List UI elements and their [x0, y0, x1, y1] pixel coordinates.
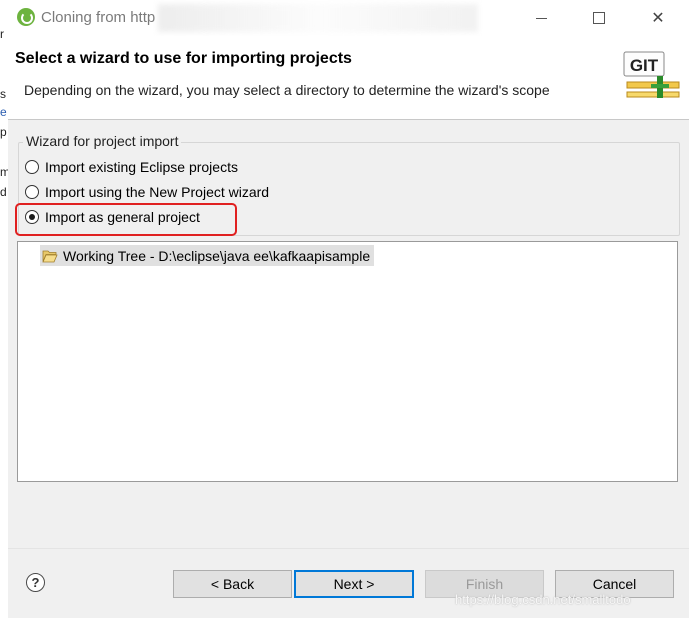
folder-open-icon — [42, 250, 58, 262]
background-fragment: p — [0, 125, 7, 139]
spring-app-icon — [17, 8, 35, 26]
watermark-text: https://blog.csdn.net/smalltodo — [455, 592, 631, 607]
window-title: Cloning from http — [41, 9, 156, 26]
background-fragment: r — [0, 27, 4, 41]
tree-item-label: Working Tree - D:\eclipse\java ee\kafkaa… — [63, 247, 371, 264]
minimize-icon[interactable] — [518, 0, 564, 36]
background-fragment: s — [0, 87, 6, 101]
redacted-url-area — [158, 4, 478, 32]
radio-import-new-project-wizard[interactable]: Import using the New Project wizard — [25, 184, 269, 200]
background-fragment: m — [0, 165, 8, 179]
annotation-highlight-box — [15, 203, 237, 236]
radio-label: Import existing Eclipse projects — [45, 159, 238, 175]
maximize-icon[interactable] — [576, 0, 622, 36]
radio-import-existing[interactable]: Import existing Eclipse projects — [25, 159, 238, 175]
tree-item-working-tree[interactable]: Working Tree - D:\eclipse\java ee\kafkaa… — [40, 245, 375, 266]
radio-button[interactable] — [25, 185, 39, 199]
git-logo-icon: GIT — [623, 51, 680, 98]
git-logo-text: GIT — [630, 56, 659, 75]
background-fragment: d — [0, 185, 7, 199]
page-title: Select a wizard to use for importing pro… — [15, 50, 352, 67]
project-tree[interactable]: Working Tree - D:\eclipse\java ee\kafkaa… — [17, 241, 678, 482]
page-description: Depending on the wizard, you may select … — [24, 82, 550, 98]
help-icon[interactable]: ? — [26, 573, 45, 592]
group-label: Wizard for project import — [23, 133, 182, 149]
wizard-header: Select a wizard to use for importing pro… — [8, 36, 689, 120]
background-window-strip: r s e p m d — [0, 0, 8, 618]
footer-divider — [8, 548, 689, 549]
radio-label: Import using the New Project wizard — [45, 184, 270, 200]
title-bar: Cloning from http ✕ — [8, 0, 689, 36]
back-button[interactable]: < Back — [173, 570, 292, 598]
radio-button[interactable] — [25, 160, 39, 174]
background-fragment: e — [0, 105, 7, 119]
next-button[interactable]: Next > — [294, 570, 414, 598]
close-icon[interactable]: ✕ — [635, 0, 681, 36]
